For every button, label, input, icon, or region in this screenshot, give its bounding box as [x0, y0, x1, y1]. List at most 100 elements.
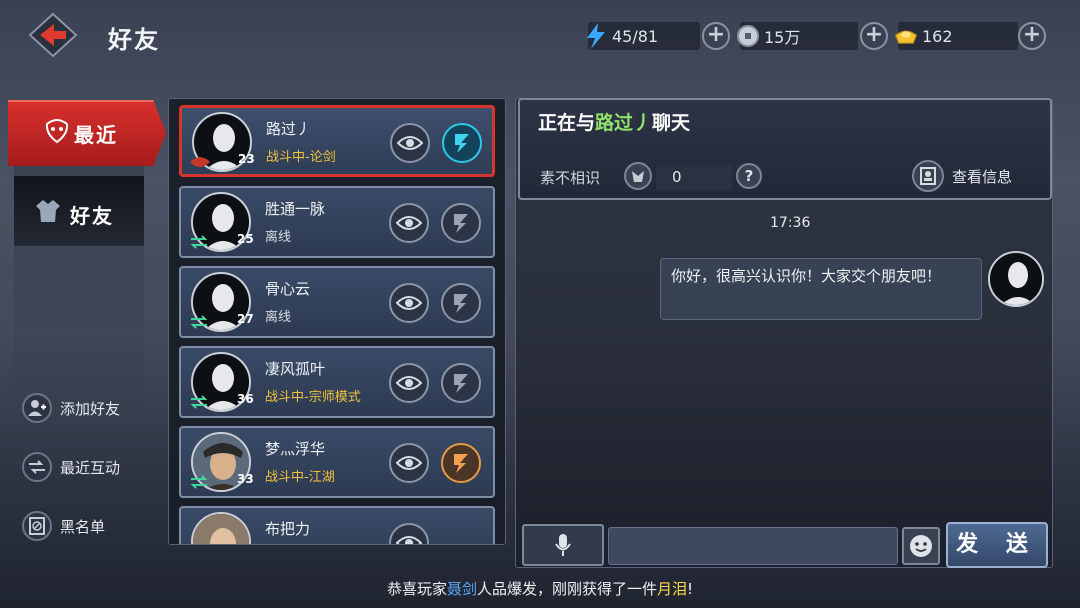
chat-input[interactable]	[608, 527, 898, 565]
duel-button[interactable]	[441, 203, 481, 243]
add-friend-label: 添加好友	[60, 399, 121, 418]
add-friend-icon	[22, 393, 52, 423]
duel-icon	[454, 294, 468, 313]
interact-icon	[22, 452, 52, 482]
silver-coin-icon	[736, 24, 760, 48]
blacklist-button[interactable]: 黑名单	[22, 510, 105, 542]
avatar	[191, 512, 251, 544]
gold-value: 162	[922, 26, 953, 46]
message-timestamp: 17:36	[770, 215, 811, 231]
tab-friends-label: 好友	[70, 204, 114, 228]
mask-icon	[44, 118, 70, 148]
relation-arrows-icon	[189, 474, 209, 489]
friend-level: 23	[238, 152, 255, 166]
view-profile-button[interactable]	[389, 203, 429, 243]
smiley-icon	[910, 535, 932, 557]
duel-button[interactable]	[442, 123, 482, 163]
eye-icon	[396, 456, 422, 470]
gold-ingot-icon	[894, 24, 918, 48]
tab-recent[interactable]: 最近	[8, 100, 166, 166]
duel-icon	[455, 134, 469, 153]
friend-card[interactable]: 23 路过丿 战斗中-论剑	[179, 105, 495, 177]
avatar	[988, 251, 1044, 307]
blacklist-label: 黑名单	[60, 517, 106, 536]
broadcast-middle: 人品爆发，刚刚获得了一件	[476, 580, 657, 598]
back-button[interactable]	[28, 12, 78, 58]
view-profile-button[interactable]	[390, 123, 430, 163]
relation-label: 素不相识	[540, 169, 601, 187]
help-button[interactable]: ?	[736, 163, 762, 189]
recent-interact-button[interactable]: 最近互动	[22, 451, 120, 483]
duel-button[interactable]	[441, 443, 481, 483]
chat-title-suffix: 聊天	[652, 112, 691, 134]
duel-button[interactable]	[441, 363, 481, 403]
friend-card[interactable]: 36 凄风孤叶 战斗中-宗师模式	[179, 346, 495, 418]
intimacy-icon	[624, 162, 652, 190]
friend-name: 布把力	[265, 520, 311, 538]
microphone-icon	[555, 534, 571, 556]
view-profile-button[interactable]	[389, 443, 429, 483]
relation-arrows-icon	[189, 314, 209, 329]
emoji-button[interactable]	[902, 527, 940, 565]
tab-recent-label: 最近	[74, 123, 118, 147]
profile-card-icon	[920, 167, 936, 185]
friend-status: 战斗中-论剑	[266, 150, 336, 165]
stamina-counter: 45/81	[587, 22, 700, 50]
silver-counter: 15万	[737, 22, 858, 50]
intimacy-value: 0	[656, 164, 732, 190]
friend-status: 战斗中-宗师模式	[265, 390, 361, 405]
friend-card[interactable]: 27 骨心云 离线	[179, 266, 495, 338]
blacklist-icon	[22, 511, 52, 541]
tab-friends[interactable]: 好友	[14, 176, 144, 246]
chat-title: 正在与路过丿聊天	[538, 108, 690, 135]
relation-arrows-icon	[189, 394, 209, 409]
friend-status: 离线	[265, 230, 292, 245]
gold-counter: 162	[894, 22, 1018, 50]
chat-partner-name: 路过丿	[595, 112, 653, 134]
eye-icon	[396, 536, 422, 544]
friend-name: 凄风孤叶	[265, 360, 326, 378]
friend-name: 骨心云	[265, 280, 311, 298]
message-bubble: 你好，很高兴认识你！大家交个朋友吧！	[660, 258, 982, 320]
send-button[interactable]: 发 送	[946, 522, 1048, 568]
duel-icon	[454, 454, 468, 473]
page-title: 好友	[108, 26, 160, 54]
eye-icon	[397, 136, 423, 150]
view-profile-button[interactable]	[389, 523, 429, 544]
broadcast-prefix: 恭喜玩家	[386, 580, 447, 598]
friend-card[interactable]: 33 梦灬浮华 战斗中-江湖	[179, 426, 495, 498]
friend-level: 27	[237, 312, 254, 326]
add-friend-button[interactable]: 添加好友	[22, 392, 120, 424]
duel-button[interactable]	[441, 283, 481, 323]
friend-level: 33	[237, 472, 254, 486]
eye-icon	[396, 216, 422, 230]
back-arrow-icon	[28, 12, 78, 58]
eye-icon	[396, 376, 422, 390]
relation-arrows-icon	[189, 234, 209, 249]
add-silver-button[interactable]: +	[860, 22, 888, 50]
voice-button[interactable]	[522, 524, 604, 566]
view-info-label[interactable]: 查看信息	[952, 166, 1012, 187]
add-gold-button[interactable]: +	[1018, 22, 1046, 50]
friend-name: 胜通一脉	[265, 200, 326, 218]
duel-icon	[454, 214, 468, 233]
eye-mark-icon	[190, 154, 210, 168]
friend-status: 离线	[265, 310, 292, 325]
friend-status: 战斗中-江湖	[265, 470, 335, 485]
add-stamina-button[interactable]: +	[702, 22, 730, 50]
view-profile-button[interactable]	[389, 283, 429, 323]
broadcast-item: 月泪	[657, 580, 688, 598]
lightning-icon	[584, 23, 608, 49]
stamina-value: 45/81	[612, 26, 659, 46]
recent-interact-label: 最近互动	[60, 458, 121, 477]
friend-card[interactable]: 布把力	[179, 506, 495, 544]
friend-level: 25	[237, 232, 254, 246]
view-info-button[interactable]	[912, 160, 944, 192]
broadcast-player: 聂剑	[446, 580, 477, 598]
friend-level: 36	[237, 392, 254, 406]
friend-card[interactable]: 25 胜通一脉 离线	[179, 186, 495, 258]
duel-icon	[454, 374, 468, 393]
system-broadcast: 恭喜玩家聂剑人品爆发，刚刚获得了一件月泪!	[0, 576, 1080, 608]
view-profile-button[interactable]	[389, 363, 429, 403]
friend-list[interactable]: 23 路过丿 战斗中-论剑 25 胜通一脉 离线 27 骨心云 离线 36 凄风…	[168, 98, 506, 545]
